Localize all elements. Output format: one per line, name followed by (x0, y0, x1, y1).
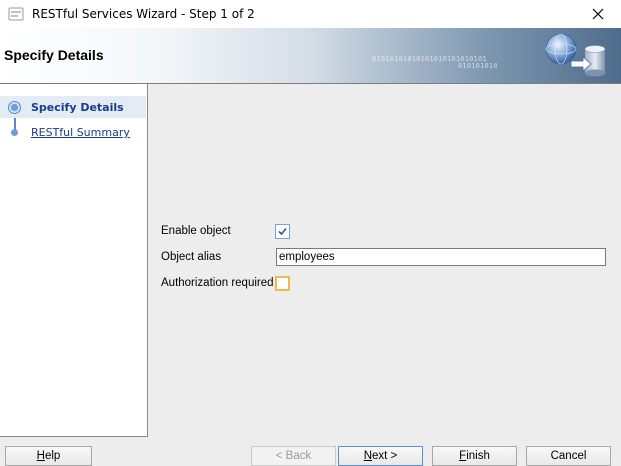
help-button[interactable]: Help (5, 446, 92, 466)
step-label: Specify Details (31, 101, 124, 114)
title-bar: RESTful Services Wizard - Step 1 of 2 (0, 0, 621, 28)
step-label: RESTful Summary (31, 126, 130, 139)
page-title: Specify Details (4, 47, 104, 63)
close-button[interactable] (575, 0, 621, 28)
cancel-button[interactable]: Cancel (526, 446, 611, 466)
app-icon (8, 7, 24, 21)
enable-object-checkbox[interactable] (275, 224, 290, 239)
checkmark-icon (278, 227, 287, 236)
banner-binary-line-2: 010101010 (458, 62, 498, 70)
next-button[interactable]: Next > (338, 446, 423, 466)
header-banner: Specify Details 010101010101010101010101… (0, 28, 621, 84)
back-button[interactable]: < Back (251, 446, 336, 466)
enable-object-label: Enable object (161, 225, 231, 237)
step-restful-summary[interactable]: RESTful Summary (0, 121, 146, 143)
authorization-required-label: Authorization required (161, 277, 274, 289)
globe-database-icon (545, 33, 606, 77)
object-alias-input[interactable] (276, 248, 606, 266)
window-title: RESTful Services Wizard - Step 1 of 2 (32, 7, 255, 21)
authorization-required-checkbox[interactable] (275, 276, 290, 291)
object-alias-label: Object alias (161, 251, 222, 263)
close-icon (592, 8, 604, 20)
finish-button[interactable]: Finish (432, 446, 517, 466)
step-current-icon (8, 101, 21, 114)
step-pending-icon (11, 129, 18, 136)
step-specify-details[interactable]: Specify Details (0, 96, 146, 118)
banner-binary-decoration: 01010101010101010101010101 010101010 (372, 56, 498, 70)
